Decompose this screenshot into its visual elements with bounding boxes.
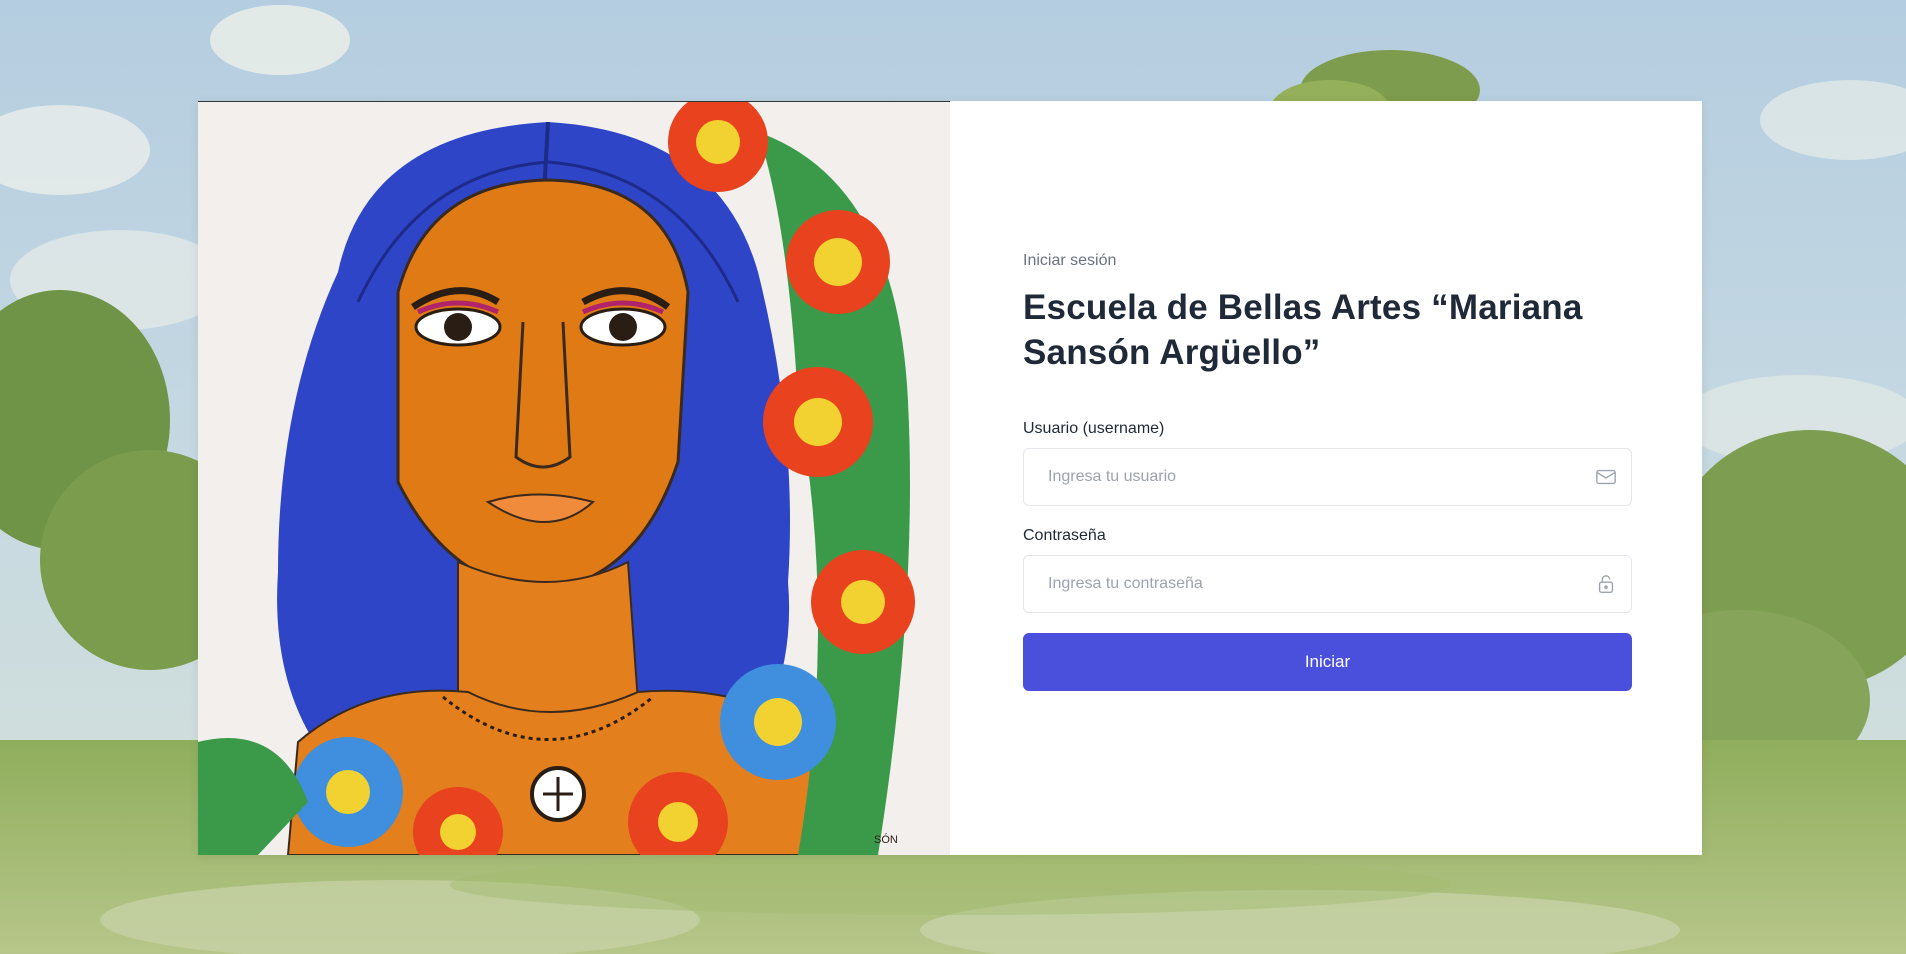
mail-icon [1596, 469, 1616, 485]
page-title: Escuela de Bellas Artes “Mariana Sansón … [1023, 288, 1583, 372]
lock-icon [1598, 575, 1614, 593]
login-card: SÓN Iniciar sesión Escuela de Bellas Art… [198, 101, 1702, 855]
artwork-signature: SÓN [874, 833, 898, 846]
artwork-portrait: SÓN [198, 101, 950, 855]
username-label: Usuario (username) [1023, 420, 1165, 437]
login-form-panel: Iniciar sesión Escuela de Bellas Artes “… [950, 101, 1702, 855]
login-eyebrow: Iniciar sesión [1023, 252, 1117, 269]
login-form: Iniciar sesión Escuela de Bellas Artes “… [1023, 251, 1632, 691]
password-field [1023, 555, 1632, 613]
password-input[interactable] [1024, 556, 1568, 612]
username-field [1023, 448, 1632, 506]
login-submit-button[interactable]: Iniciar [1023, 633, 1632, 691]
username-input[interactable] [1024, 449, 1568, 505]
password-label: Contraseña [1023, 527, 1106, 544]
